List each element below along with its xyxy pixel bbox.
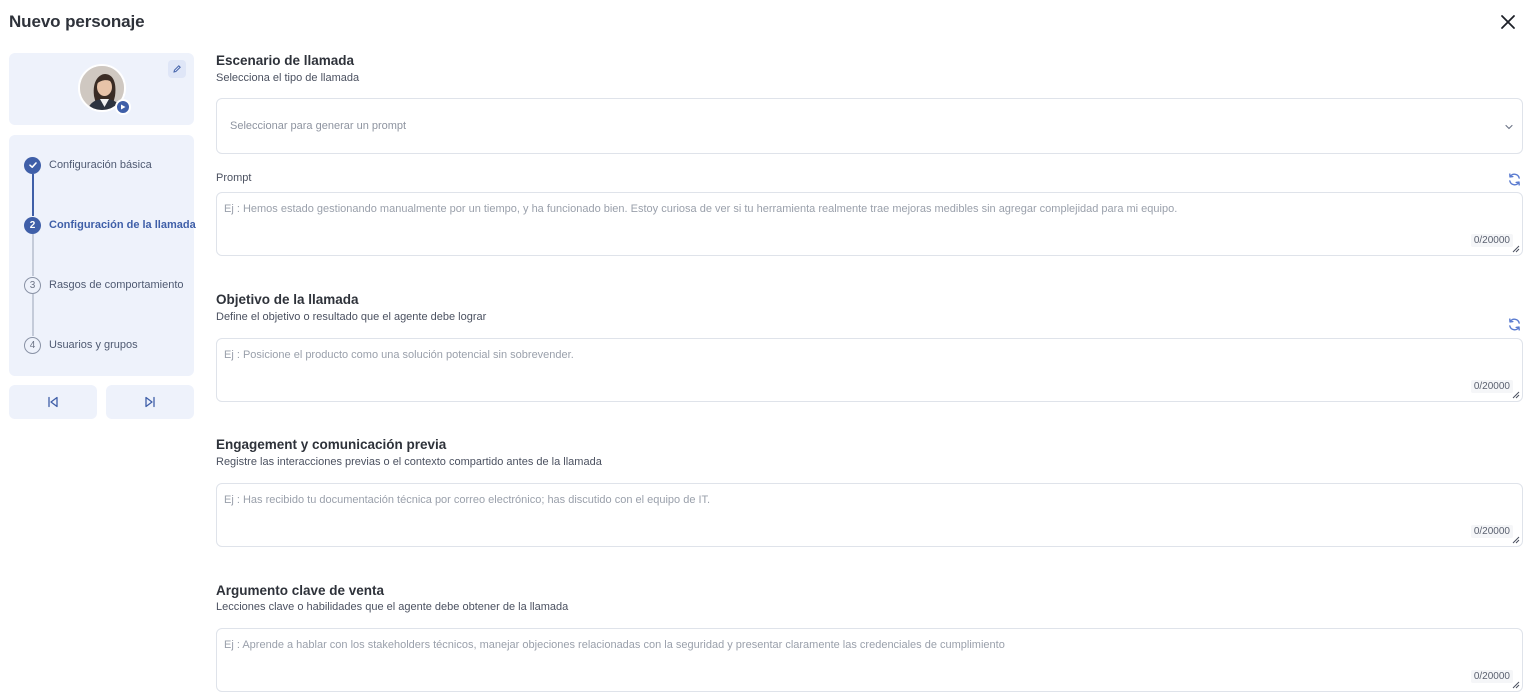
resize-handle-icon[interactable] (1512, 245, 1520, 253)
argument-textarea[interactable]: Ej : Aprende a hablar con los stakeholde… (216, 628, 1523, 692)
steps-panel: Configuración básica 2 Configuración de … (9, 135, 196, 376)
objective-description: Define el objetivo o resultado que el ag… (216, 311, 487, 323)
step-number: 4 (24, 336, 41, 354)
close-icon (1501, 15, 1515, 29)
objective-textarea[interactable]: Ej : Posicione el producto como una solu… (216, 338, 1523, 402)
prompt-textarea[interactable]: Ej : Hemos estado gestionando manualment… (216, 192, 1523, 256)
regenerate-objective-button[interactable] (1507, 317, 1522, 332)
objective-title: Objetivo de la llamada (216, 292, 359, 307)
scenario-title: Escenario de llamada (216, 53, 355, 68)
refresh-icon (1509, 173, 1520, 186)
step-connector (32, 234, 34, 276)
step-call-config[interactable]: 2 Configuración de la llamada (24, 215, 196, 235)
argument-description: Lecciones clave o habilidades que el age… (216, 601, 569, 613)
objective-placeholder: Ej : Posicione el producto como una solu… (224, 349, 574, 361)
step-connector (32, 294, 34, 336)
pencil-icon (173, 65, 181, 73)
char-counter: 0/20000 (1470, 234, 1513, 247)
engagement-textarea[interactable]: Ej : Has recibido tu documentación técni… (216, 483, 1523, 547)
step-label: Configuración de la llamada (49, 219, 196, 231)
edit-avatar-button[interactable] (168, 60, 186, 78)
skip-forward-icon (145, 396, 155, 408)
step-label: Configuración básica (49, 159, 152, 171)
regenerate-prompt-button[interactable] (1507, 172, 1522, 187)
resize-handle-icon[interactable] (1512, 391, 1520, 399)
char-counter: 0/20000 (1470, 525, 1513, 538)
step-label: Rasgos de comportamiento (49, 279, 184, 291)
prompt-label: Prompt (216, 172, 252, 184)
step-connector-done (32, 174, 34, 216)
skip-back-icon (48, 396, 58, 408)
scenario-description: Selecciona el tipo de llamada (216, 72, 360, 84)
step-number: 2 (24, 216, 41, 234)
char-counter: 0/20000 (1470, 380, 1513, 393)
refresh-icon (1509, 318, 1520, 331)
chevron-down-icon (1505, 124, 1513, 130)
close-button[interactable] (1498, 12, 1518, 32)
avatar-card (9, 53, 194, 125)
play-icon (121, 104, 126, 110)
step-basic-config[interactable]: Configuración básica (24, 155, 152, 175)
previous-step-button[interactable] (9, 385, 97, 419)
next-step-button[interactable] (106, 385, 194, 419)
prompt-placeholder: Ej : Hemos estado gestionando manualment… (224, 203, 1178, 215)
engagement-description: Registre las interacciones previas o el … (216, 456, 602, 468)
scenario-select-placeholder: Seleccionar para generar un prompt (230, 120, 407, 132)
step-number: 3 (24, 276, 41, 294)
step-behavior-traits[interactable]: 3 Rasgos de comportamiento (24, 275, 184, 295)
resize-handle-icon[interactable] (1512, 681, 1520, 689)
engagement-title: Engagement y comunicación previa (216, 437, 447, 452)
argument-title: Argumento clave de venta (216, 583, 385, 598)
resize-handle-icon[interactable] (1512, 536, 1520, 544)
char-counter: 0/20000 (1470, 670, 1513, 683)
argument-placeholder: Ej : Aprende a hablar con los stakeholde… (224, 639, 1005, 651)
scenario-select[interactable]: Seleccionar para generar un prompt (216, 98, 1523, 154)
step-label: Usuarios y grupos (49, 339, 138, 351)
engagement-placeholder: Ej : Has recibido tu documentación técni… (224, 494, 711, 506)
step-users-groups[interactable]: 4 Usuarios y grupos (24, 335, 138, 355)
page-title: Nuevo personaje (9, 12, 145, 31)
check-icon (24, 156, 41, 174)
avatar-play-badge[interactable] (115, 99, 131, 115)
